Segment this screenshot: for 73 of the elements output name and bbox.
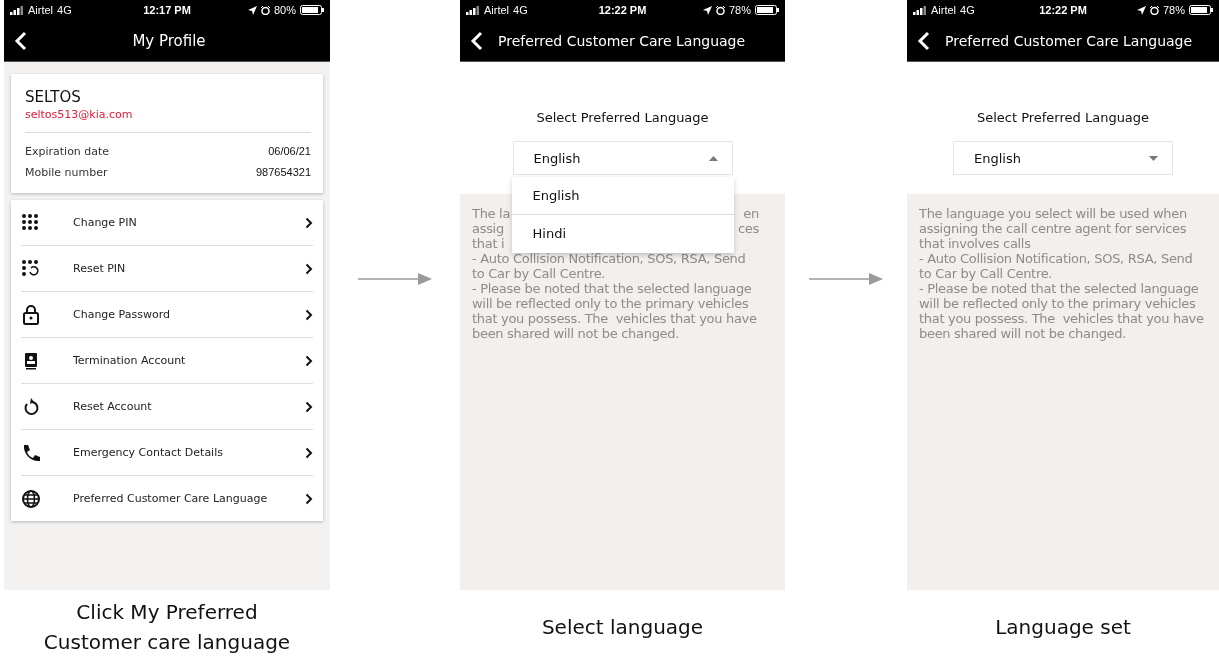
menu-item[interactable]: Reset Account (21, 384, 313, 430)
battery-percent: 78% (729, 4, 751, 16)
dropdown-option[interactable]: English (511, 177, 734, 215)
notice-text-fragment: en (743, 206, 759, 221)
lock-icon (21, 304, 41, 325)
notice-text-fragment: ces (737, 221, 759, 236)
dropdown-option[interactable]: Hindi (511, 215, 734, 253)
caret-up-icon (708, 155, 718, 161)
menu-item[interactable]: Termination Account (21, 338, 313, 384)
notice-text-fragment: assig (472, 221, 504, 236)
notice-text: - Auto Collision Notification, SOS, RSA, Send to Car by Call Centre. - Please be noted that the selected language will be reflected only to the primary vehicles that you possess. The vehicles that you have been shared will not be changed. (472, 251, 758, 341)
network-type: 4G (960, 4, 975, 16)
location-icon (1137, 5, 1146, 15)
notice-text-fragment: The la (472, 206, 511, 221)
carrier-name: Airtel (28, 4, 54, 16)
step-caption: Click My Preferred Customer care language (42, 598, 292, 656)
carrier-name: Airtel (484, 4, 510, 16)
prompt-label: Select Preferred Language (536, 110, 709, 125)
back-icon[interactable] (470, 30, 484, 51)
menu-item[interactable]: Change PIN (21, 200, 313, 246)
chevron-right-icon (305, 400, 313, 413)
signal-icon (10, 5, 24, 15)
alarm-icon (1150, 5, 1159, 15)
keypad-icon (21, 212, 41, 233)
location-icon (248, 5, 257, 15)
profile-email: seltos513@kia.com (25, 108, 134, 121)
caret-down-icon (1149, 155, 1158, 161)
battery-percent: 80% (274, 4, 296, 16)
carrier-name: Airtel (931, 4, 957, 16)
chevron-right-icon (305, 354, 313, 367)
status-time: 12:22 PM (1039, 4, 1087, 16)
screen-title: My Profile (131, 31, 207, 50)
menu-item[interactable]: Preferred Customer Care Language (21, 476, 313, 521)
network-type: 4G (513, 4, 528, 16)
status-time: 12:17 PM (143, 4, 191, 16)
field-value: 06/06/21 (268, 144, 311, 159)
signal-icon (466, 5, 480, 15)
globe-icon (21, 488, 41, 509)
chevron-right-icon (305, 262, 313, 275)
notice-text-fragment: that i (472, 236, 505, 251)
step-caption: Language set (995, 613, 1131, 641)
field-label: Expiration date (25, 144, 110, 160)
alarm-icon (716, 5, 725, 15)
profile-name: SELTOS (25, 88, 82, 106)
battery-icon (1189, 5, 1213, 15)
field-value: 987654321 (255, 165, 311, 180)
dots-refresh-icon (21, 258, 41, 279)
phone-icon (21, 442, 41, 463)
chevron-right-icon (305, 308, 313, 321)
signal-icon (913, 5, 927, 15)
language-dropdown[interactable]: English (512, 141, 733, 175)
prompt-label: Select Preferred Language (976, 110, 1150, 125)
chevron-right-icon (305, 492, 313, 505)
screen-title: Preferred Customer Care Language (945, 32, 1193, 49)
step-caption: Select language (541, 613, 704, 641)
battery-icon (300, 5, 324, 15)
chevron-right-icon (305, 216, 313, 229)
menu-item[interactable]: Emergency Contact Details (21, 430, 313, 476)
alarm-icon (261, 5, 270, 15)
network-type: 4G (57, 4, 72, 16)
menu-item[interactable]: Change Password (21, 292, 313, 338)
chevron-right-icon (305, 446, 313, 459)
status-time: 12:22 PM (598, 4, 647, 16)
battery-percent: 78% (1163, 4, 1185, 16)
battery-icon (755, 5, 779, 15)
location-icon (703, 5, 712, 15)
back-icon[interactable] (917, 30, 931, 51)
menu-item[interactable]: Reset PIN (21, 246, 313, 292)
language-dropdown[interactable]: English (953, 141, 1173, 175)
screen-title: Preferred Customer Care Language (498, 32, 746, 49)
field-label: Mobile number (25, 165, 108, 181)
back-icon[interactable] (14, 30, 28, 51)
notice-text: The language you select will be used when assigning the call centre agent for services that involves calls - Auto Collision Notification, SOS, RSA, Send to Car by Call Centre. - Please be noted that the selected language will be reflected only to the primary vehicles that you possess. The vehicles that you have been shared will not be changed. (919, 206, 1205, 341)
